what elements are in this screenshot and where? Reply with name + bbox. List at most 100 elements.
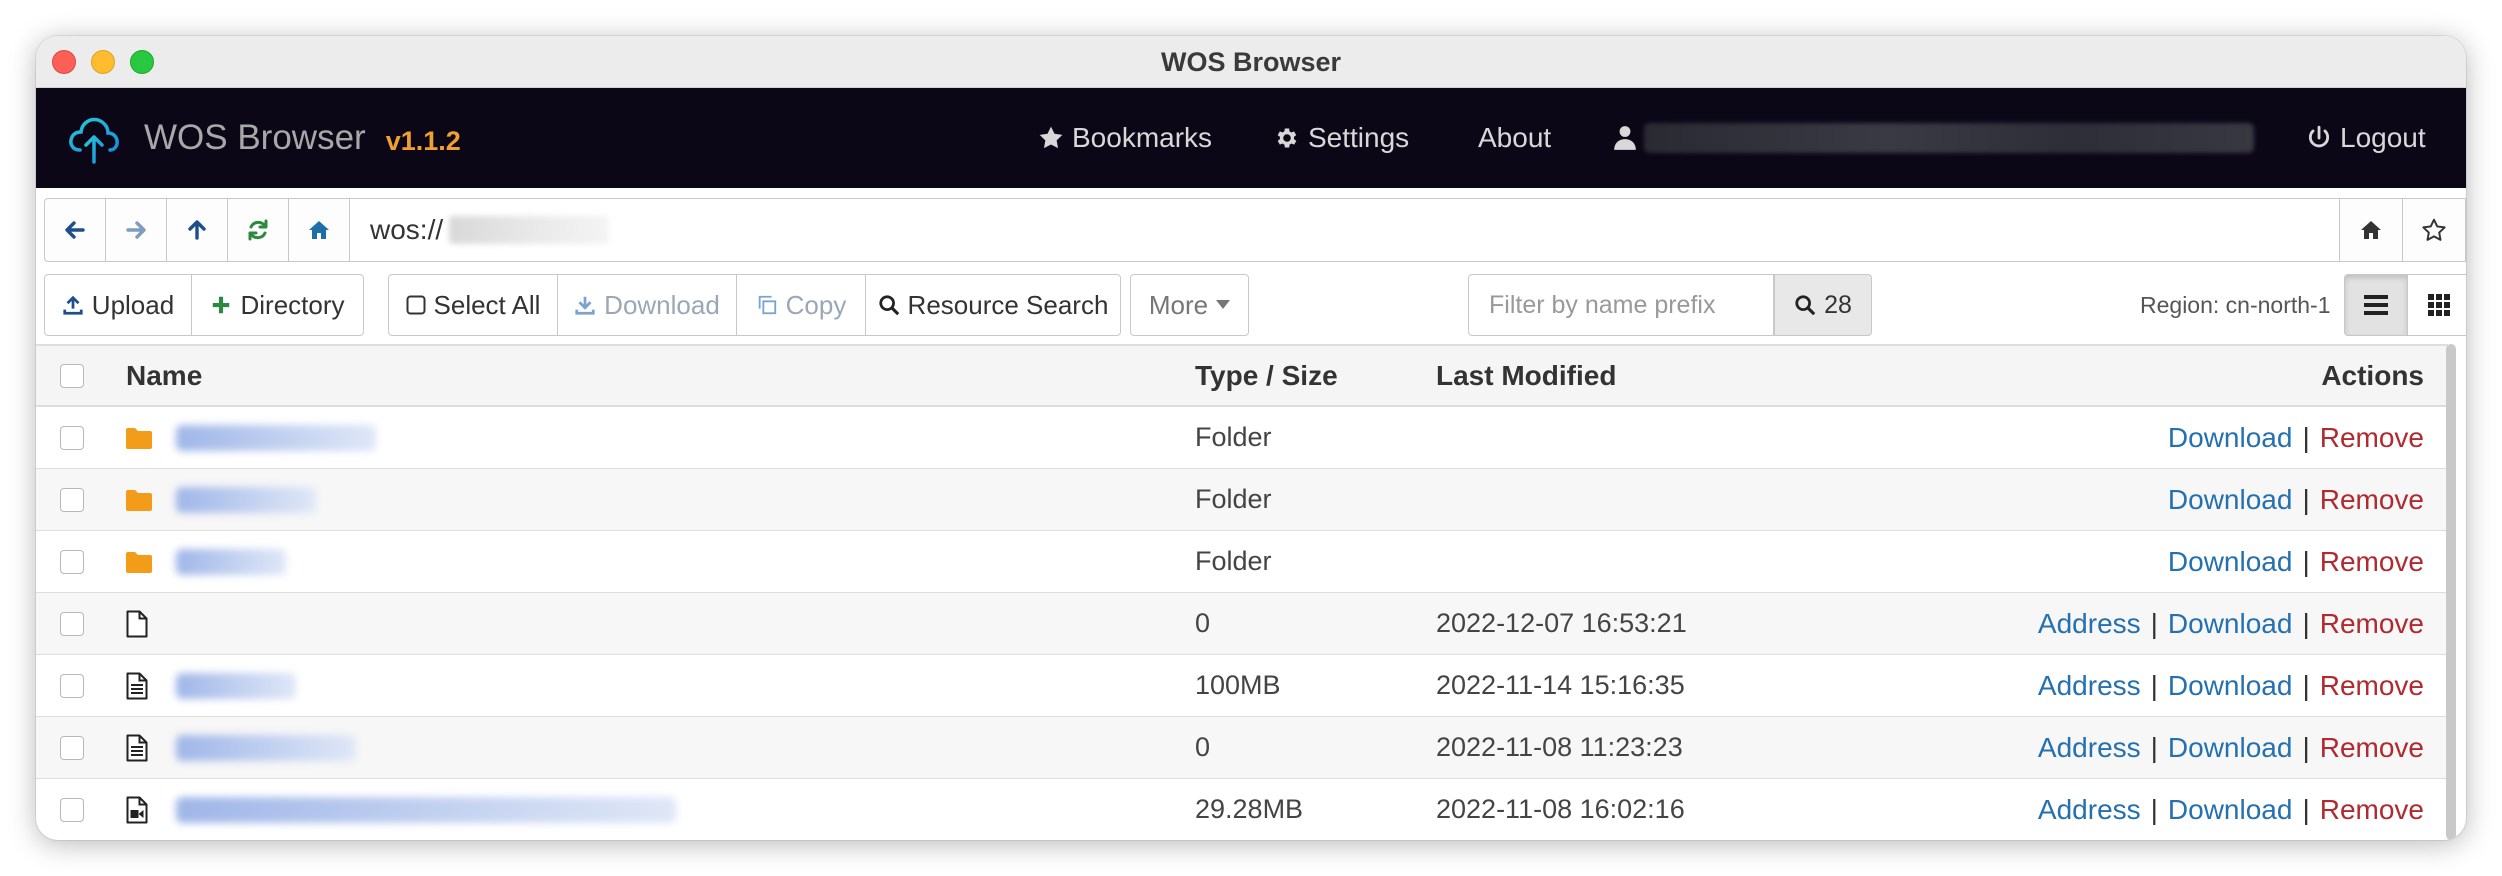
address-value: wos:// — [370, 214, 444, 245]
nav-bookmarks[interactable]: Bookmarks — [1038, 88, 1212, 188]
select-all-button[interactable]: Select All — [388, 274, 558, 336]
address-link[interactable]: Address — [2038, 608, 2141, 640]
more-dropdown[interactable]: More — [1130, 274, 1249, 336]
upload-button[interactable]: Upload — [44, 274, 192, 336]
header-name[interactable]: Name — [126, 346, 202, 405]
separator: | — [2302, 669, 2310, 701]
new-directory-button[interactable]: Directory — [191, 274, 364, 336]
address-input[interactable]: wos:// — [349, 198, 2340, 262]
type-size: 29.28MB — [1195, 794, 1304, 824]
remove-link[interactable]: Remove — [2320, 670, 2424, 702]
copy-button[interactable]: Copy — [736, 274, 866, 336]
select-all-checkbox[interactable] — [60, 363, 84, 388]
row-checkbox[interactable] — [60, 673, 84, 698]
separator: | — [2150, 669, 2158, 701]
home-icon — [309, 221, 329, 239]
list-view-button[interactable] — [2344, 274, 2408, 336]
window-title: WOS Browser — [1160, 47, 1342, 77]
row-checkbox[interactable] — [60, 425, 84, 450]
search-icon — [878, 295, 899, 316]
table-row[interactable]: Folder Download | Remove — [36, 469, 2448, 531]
filter-input[interactable]: Filter by name prefix — [1468, 274, 1774, 336]
header-actions: Actions — [2321, 359, 2424, 391]
row-checkbox[interactable] — [60, 797, 84, 822]
file-name-redacted[interactable] — [176, 531, 286, 592]
row-checkbox[interactable] — [60, 549, 84, 574]
file-name-redacted[interactable] — [176, 779, 676, 840]
bookmarks-label: Bookmarks — [1072, 122, 1213, 153]
download-link[interactable]: Download — [2168, 794, 2293, 826]
row-actions: Address | Download | Remove — [2038, 655, 2424, 716]
table-row[interactable]: 0 2022-11-08 11:23:23 Address | Download | Rem… — [36, 717, 2448, 779]
file-name-redacted[interactable] — [176, 469, 316, 530]
user-icon — [1614, 126, 1636, 150]
brand[interactable]: WOS Browser v1.1.2 — [66, 108, 461, 168]
folder-icon — [126, 469, 152, 530]
separator: | — [2150, 731, 2158, 763]
settings-label: Settings — [1308, 122, 1410, 153]
row-checkbox[interactable] — [60, 735, 84, 760]
download-link[interactable]: Download — [2168, 546, 2293, 578]
table-row[interactable]: Folder Download | Remove — [36, 531, 2448, 593]
table-row[interactable]: 29.28MB 2022-11-08 16:02:16 Address | Downlo… — [36, 779, 2448, 840]
row-checkbox[interactable] — [60, 611, 84, 636]
remove-link[interactable]: Remove — [2320, 732, 2424, 764]
file-name-redacted[interactable] — [176, 407, 376, 468]
bookmark-button[interactable] — [2403, 198, 2466, 262]
header-type-size[interactable]: Type / Size — [1195, 346, 1338, 405]
video-file-icon — [126, 779, 148, 840]
back-button[interactable] — [44, 198, 105, 262]
header-last-modified[interactable]: Last Modified — [1436, 346, 1616, 405]
grid-icon — [2428, 294, 2450, 316]
toolbar: Upload Directory Select All Download Cop… — [44, 274, 2466, 336]
logout-label: Logout — [2340, 122, 2426, 153]
refresh-button[interactable] — [227, 198, 288, 262]
download-icon — [575, 296, 595, 315]
file-table: Name Type / Size Last Modified Actions F… — [36, 344, 2448, 840]
type-size: Folder — [1195, 422, 1272, 452]
grid-view-button[interactable] — [2407, 274, 2466, 336]
address-link[interactable]: Address — [2038, 670, 2141, 702]
scrollbar[interactable] — [2446, 344, 2456, 840]
home-button[interactable] — [288, 198, 349, 262]
download-link[interactable]: Download — [2168, 670, 2293, 702]
remove-link[interactable]: Remove — [2320, 546, 2424, 578]
resource-search-button[interactable]: Resource Search — [865, 274, 1121, 336]
download-selected-button[interactable]: Download — [557, 274, 737, 336]
user-name-redacted — [1644, 123, 2254, 153]
file-name-redacted[interactable] — [176, 717, 356, 778]
about-label: About — [1478, 122, 1552, 153]
download-link[interactable]: Download — [2168, 484, 2293, 516]
download-link[interactable]: Download — [2168, 608, 2293, 640]
title-bar: WOS Browser — [36, 36, 2466, 88]
nav-settings[interactable]: Settings — [1274, 88, 1409, 188]
list-icon — [2364, 295, 2388, 315]
row-actions: Download | Remove — [2168, 531, 2424, 592]
address-link[interactable]: Address — [2038, 732, 2141, 764]
file-icon — [126, 593, 148, 654]
nav-user[interactable] — [1614, 88, 2254, 188]
download-link[interactable]: Download — [2168, 732, 2293, 764]
up-button[interactable] — [166, 198, 227, 262]
separator: | — [2302, 793, 2310, 825]
folder-icon — [126, 531, 152, 592]
table-row[interactable]: 100MB 2022-11-14 15:16:35 Address | Download… — [36, 655, 2448, 717]
nav-about[interactable]: About — [1478, 88, 1551, 188]
file-name-redacted[interactable] — [176, 655, 296, 716]
set-home-button[interactable] — [2340, 198, 2403, 262]
table-row[interactable]: Folder Download | Remove — [36, 407, 2448, 469]
download-link[interactable]: Download — [2168, 422, 2293, 454]
nav-logout[interactable]: Logout — [2306, 88, 2426, 188]
last-modified: 2022-11-14 15:16:35 — [1436, 670, 1685, 700]
remove-link[interactable]: Remove — [2320, 484, 2424, 516]
row-checkbox[interactable] — [60, 487, 84, 512]
remove-link[interactable]: Remove — [2320, 608, 2424, 640]
address-link[interactable]: Address — [2038, 794, 2141, 826]
forward-button[interactable] — [105, 198, 166, 262]
table-row[interactable]: 0 2022-12-07 16:53:21 Address | Download | Rem… — [36, 593, 2448, 655]
filter-search-button[interactable]: 28 — [1774, 274, 1872, 336]
remove-link[interactable]: Remove — [2320, 794, 2424, 826]
star-outline-icon — [2422, 218, 2446, 241]
gear-icon — [1277, 128, 1297, 148]
remove-link[interactable]: Remove — [2320, 422, 2424, 454]
